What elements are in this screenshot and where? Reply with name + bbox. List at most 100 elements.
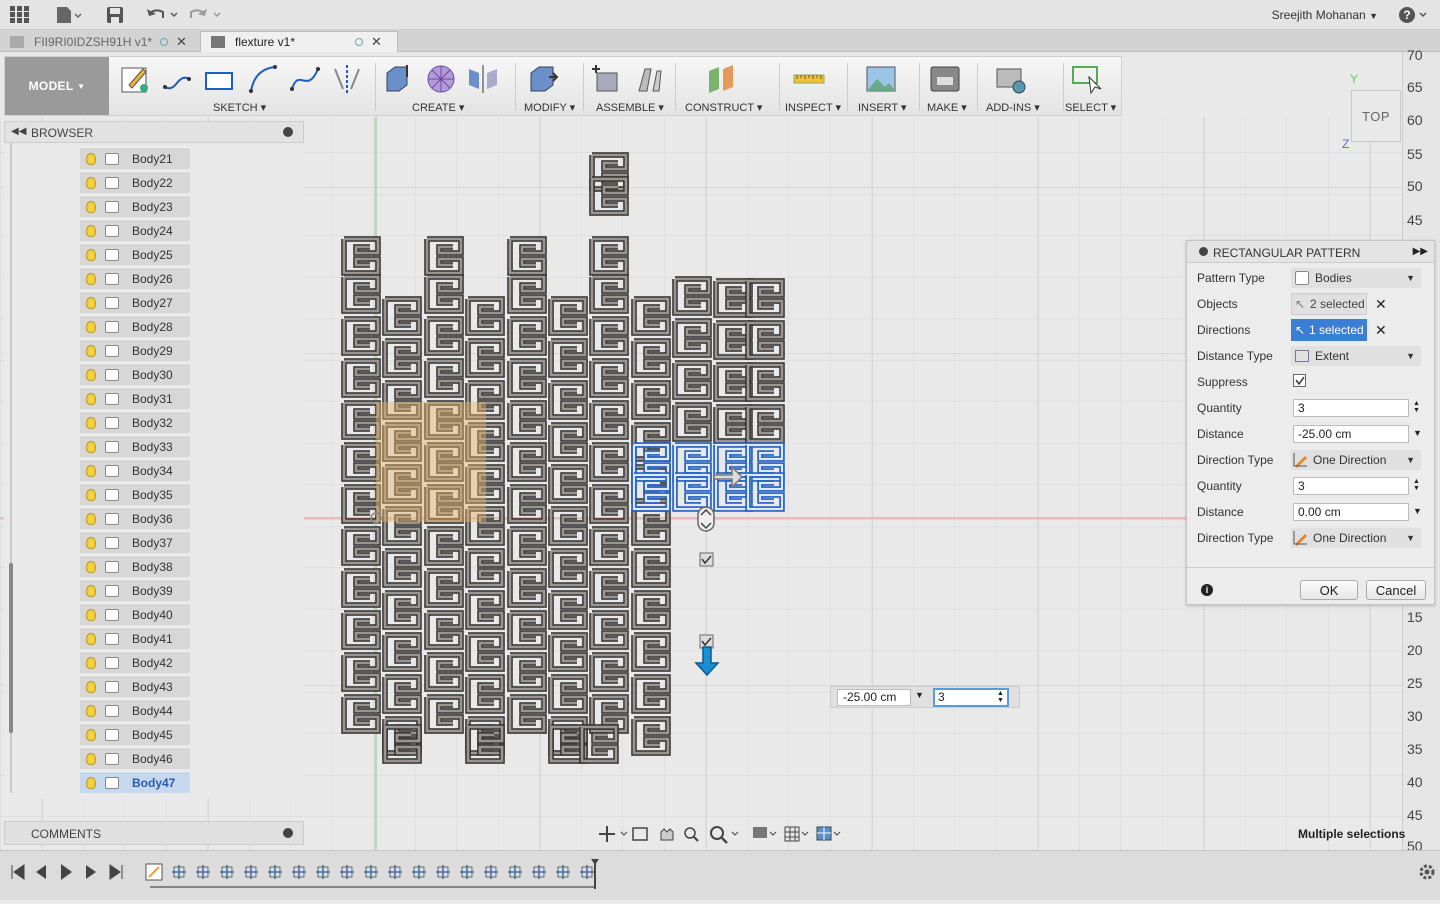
visibility-bulb-icon[interactable]	[86, 296, 96, 309]
scripts-addins-icon[interactable]	[995, 63, 1027, 95]
suppress-checkbox-canvas[interactable]	[699, 552, 714, 567]
extrude-icon[interactable]	[383, 63, 415, 95]
browser-header[interactable]: ◀◀ BROWSER	[4, 121, 304, 143]
viewports-icon[interactable]	[816, 826, 841, 841]
browser-body-item[interactable]: Body44	[80, 699, 190, 721]
zoom-window-icon[interactable]	[710, 826, 739, 844]
assemble-group-label[interactable]: ASSEMBLE ▾	[596, 101, 664, 114]
distance-type-select[interactable]: Extent ▼	[1291, 346, 1421, 366]
3d-print-icon[interactable]	[929, 63, 961, 95]
insert-image-icon[interactable]	[865, 63, 897, 95]
file-menu-icon[interactable]	[56, 5, 82, 25]
visibility-bulb-icon[interactable]	[86, 656, 96, 669]
stepper-icon[interactable]: ▲ ▼	[997, 690, 1004, 704]
comments-header[interactable]: COMMENTS	[4, 821, 304, 845]
clear-directions-icon[interactable]: ✕	[1375, 322, 1387, 339]
selected-pattern-preview[interactable]	[634, 445, 782, 509]
display-settings-icon[interactable]	[753, 827, 777, 838]
visibility-bulb-icon[interactable]	[86, 632, 96, 645]
distance-field-1[interactable]: -25.00 cm	[1293, 425, 1409, 443]
joint-icon[interactable]	[633, 63, 665, 95]
browser-body-item[interactable]: Body36	[80, 507, 190, 529]
visibility-bulb-icon[interactable]	[86, 704, 96, 717]
highlighted-bodies[interactable]	[376, 402, 486, 522]
undo-icon[interactable]	[146, 5, 180, 25]
visibility-bulb-icon[interactable]	[86, 200, 96, 213]
inspect-group-label[interactable]: INSPECT ▾	[785, 101, 841, 114]
browser-body-item[interactable]: Body46	[80, 747, 190, 769]
visibility-bulb-icon[interactable]	[86, 488, 96, 501]
visibility-bulb-icon[interactable]	[86, 176, 96, 189]
browser-body-item[interactable]: Body37	[80, 531, 190, 553]
look-at-icon[interactable]	[632, 827, 648, 841]
direction-type-select-1[interactable]: One Direction ▼	[1291, 450, 1421, 470]
info-icon[interactable]: i	[1201, 584, 1213, 596]
collapse-dialog-icon[interactable]	[1199, 247, 1208, 256]
visibility-bulb-icon[interactable]	[86, 392, 96, 405]
chevron-down-icon[interactable]: ▼	[1413, 428, 1422, 438]
app-grid-icon[interactable]	[10, 5, 30, 25]
visibility-bulb-icon[interactable]	[86, 272, 96, 285]
pattern-type-select[interactable]: Bodies ▼	[1291, 268, 1421, 288]
quantity-field-1[interactable]: 3	[1293, 399, 1409, 417]
browser-body-item[interactable]: Body23	[80, 195, 190, 217]
orbit-icon[interactable]	[599, 826, 628, 842]
browser-body-item[interactable]: Body32	[80, 411, 190, 433]
sketch-group-label[interactable]: SKETCH ▾	[213, 101, 266, 114]
cancel-button[interactable]: Cancel	[1366, 580, 1426, 600]
spline-icon[interactable]	[289, 63, 321, 95]
construct-group-label[interactable]: CONSTRUCT ▾	[685, 101, 762, 114]
browser-body-item[interactable]: Body30	[80, 363, 190, 385]
scrollbar-thumb[interactable]	[9, 563, 13, 733]
pan-icon[interactable]	[660, 828, 674, 841]
minus-icon[interactable]	[283, 127, 293, 137]
visibility-bulb-icon[interactable]	[86, 248, 96, 261]
suppress-checkbox[interactable]	[1293, 374, 1306, 387]
clear-objects-icon[interactable]: ✕	[1375, 296, 1387, 313]
visibility-bulb-icon[interactable]	[86, 560, 96, 573]
user-name[interactable]: Sreejith Mohanan ▼	[1272, 8, 1378, 22]
make-group-label[interactable]: MAKE ▾	[927, 101, 967, 114]
ok-button[interactable]: OK	[1300, 580, 1358, 600]
visibility-bulb-icon[interactable]	[86, 752, 96, 765]
step-forward-icon[interactable]	[86, 865, 96, 879]
spacing-handle[interactable]	[697, 506, 715, 532]
visibility-bulb-icon[interactable]	[86, 464, 96, 477]
press-pull-icon[interactable]	[527, 63, 559, 95]
browser-body-item[interactable]: Body31	[80, 387, 190, 409]
browser-body-item[interactable]: Body42	[80, 651, 190, 673]
visibility-bulb-icon[interactable]	[86, 368, 96, 381]
create-group-label[interactable]: CREATE ▾	[412, 101, 464, 114]
browser-body-item[interactable]: Body26	[80, 267, 190, 289]
distance-input[interactable]: -25.00 cm	[837, 689, 911, 706]
visibility-bulb-icon[interactable]	[86, 680, 96, 693]
browser-body-item[interactable]: Body21	[80, 147, 190, 169]
workspace-switcher[interactable]: MODEL ▼	[5, 57, 109, 115]
browser-body-item[interactable]: Body25	[80, 243, 190, 265]
close-icon[interactable]: ✕	[176, 34, 187, 50]
stepper-icon[interactable]: ▲ ▼	[1413, 400, 1420, 414]
browser-body-item[interactable]: Body34	[80, 459, 190, 481]
visibility-bulb-icon[interactable]	[86, 512, 96, 525]
play-icon[interactable]	[61, 864, 72, 880]
browser-body-item[interactable]: Body35	[80, 483, 190, 505]
distance-field-2[interactable]: 0.00 cm	[1293, 503, 1409, 521]
browser-body-item[interactable]: Body24	[80, 219, 190, 241]
help-icon[interactable]: ?	[1398, 5, 1432, 25]
timeline-features[interactable]	[145, 863, 595, 888]
visibility-bulb-icon[interactable]	[86, 152, 96, 165]
redo-icon[interactable]	[190, 5, 224, 25]
browser-body-item[interactable]: Body45	[80, 723, 190, 745]
create-form-icon[interactable]	[425, 63, 457, 95]
rectangle-icon[interactable]	[203, 63, 235, 95]
visibility-bulb-icon[interactable]	[86, 224, 96, 237]
settings-gear-icon[interactable]	[1419, 864, 1435, 880]
visibility-bulb-icon[interactable]	[86, 440, 96, 453]
offset-plane-icon[interactable]	[705, 63, 737, 95]
add-comment-icon[interactable]	[283, 828, 293, 838]
browser-body-item[interactable]: Body28	[80, 315, 190, 337]
visibility-bulb-icon[interactable]	[86, 608, 96, 621]
go-to-start-icon[interactable]	[11, 864, 25, 880]
stepper-icon[interactable]: ▲ ▼	[1413, 478, 1420, 492]
viewcube[interactable]: TOP	[1351, 90, 1401, 142]
